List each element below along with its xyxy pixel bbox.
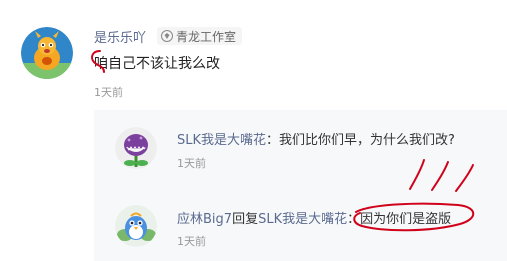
reply2-avatar[interactable] — [115, 205, 157, 247]
reply2-separator: ： — [347, 212, 361, 227]
studio-badge-label: 青龙工作室 — [176, 29, 237, 44]
chomper-plant-avatar-icon — [115, 127, 157, 169]
reply2-content: 应林Big7回复SLK我是大嘴花：因为你们是盗版 — [177, 208, 451, 227]
reply2-reply-word: 回复 — [232, 212, 259, 227]
reply1-text: 我们比你们早，为什么我们改? — [279, 133, 455, 148]
reply2-author[interactable]: 应林Big7 — [177, 212, 232, 227]
cartoon-bird-avatar-icon — [115, 205, 157, 247]
badge-shield-icon — [161, 30, 173, 42]
reply2-time: 1天前 — [177, 235, 206, 248]
reply2-target[interactable]: SLK我是大嘴花 — [258, 212, 347, 227]
studio-badge[interactable]: 青龙工作室 — [157, 27, 243, 45]
main-commenter-name[interactable]: 是乐乐吖 — [94, 27, 146, 46]
main-comment-text: 咱自己不该让我么改 — [94, 56, 220, 72]
cartoon-avatar-icon — [21, 27, 73, 79]
reply2-text: 因为你们是盗版 — [360, 212, 452, 227]
reply1-author[interactable]: SLK我是大嘴花 — [177, 133, 266, 148]
replies-container: SLK我是大嘴花：我们比你们早，为什么我们改? 1天前 应林Big7回复SLK我… — [94, 110, 507, 261]
main-commenter-avatar[interactable] — [21, 27, 73, 79]
reply1-avatar[interactable] — [115, 127, 157, 169]
comment-thread: 是乐乐吖 青龙工作室 咱自己不该让我么改 1天前 SLK我是大嘴花：我们比你们早… — [0, 0, 507, 261]
reply1-content: SLK我是大嘴花：我们比你们早，为什么我们改? — [177, 129, 455, 148]
main-comment-time: 1天前 — [94, 86, 123, 99]
reply1-time: 1天前 — [177, 157, 206, 170]
reply1-separator: ： — [266, 133, 280, 148]
